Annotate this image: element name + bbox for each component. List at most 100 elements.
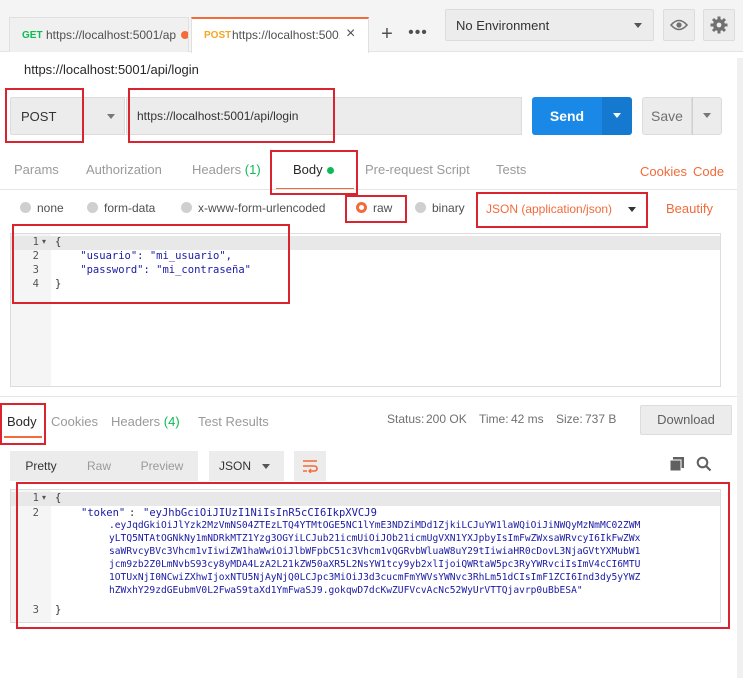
method-select[interactable]: POST [10,97,125,135]
divider [0,189,737,190]
view-pretty-button[interactable]: Pretty [10,451,72,481]
token-line: "eyJhbGciOiJIUzI1NiIsInR5cCI6IkpXVCJ9 [143,507,377,519]
tab-prerequest-script[interactable]: Pre-request Script [365,162,470,177]
radio-binary-label: binary [432,201,465,215]
response-headers-count: (4) [163,414,180,429]
code-line: } [55,278,62,290]
chevron-down-icon [107,114,115,119]
active-tab-underline [4,436,42,438]
tab-get-request[interactable]: GET https://localhost:5001/ap [9,17,189,52]
token-line: jcm9zb2Z0LmNvbS93cy8yMDA4LzA2L21kZW50aXR… [109,559,641,570]
view-preview-button[interactable]: Preview [126,451,198,481]
response-tab-test-results[interactable]: Test Results [198,414,269,429]
fold-arrow-icon[interactable]: ▾ [42,493,46,502]
content-type-select[interactable]: JSON (application/json) [480,195,646,225]
token-line: hZWxhY29zdGEubmV0L2FwaS9taXd1YmFwaSJ9.go… [109,585,583,596]
chevron-down-icon [613,113,621,118]
new-tab-plus-icon[interactable]: + [373,21,401,49]
more-tabs-icon[interactable]: ••• [404,21,432,49]
code-link[interactable]: Code [693,164,724,179]
response-format-select[interactable]: JSON [209,451,284,481]
status-label: Status: [387,412,425,426]
line-number: 2 [32,507,39,519]
response-tab-headers[interactable]: Headers (4) [111,414,180,429]
response-tab-headers-label: Headers [111,414,161,429]
code-line: "password": "mi_contraseña" [55,264,251,276]
radio-circle [415,202,426,213]
size-label: Size: [556,412,583,426]
copy-icon[interactable] [669,457,684,472]
response-tab-body[interactable]: Body [7,414,37,429]
tab-tests[interactable]: Tests [496,162,526,177]
eye-icon[interactable] [663,9,695,41]
chevron-down-icon [634,23,642,28]
code-line: } [55,604,62,616]
response-body-viewer[interactable]: 1 ▾ 2 3 { "token" : "eyJhbGciOiJIUzI1NiI… [10,489,721,623]
token-line: yLTQ5NTAtOGNkNy1mNDRkMTZ1Yzg3OGYiLCJub21… [109,533,641,544]
view-raw-button[interactable]: Raw [72,451,126,481]
divider [0,396,737,397]
send-button[interactable]: Send [532,97,602,135]
headers-count: (1) [244,162,261,177]
token-line: .eyJqdGkiOiJlYzk2MzVmNS04ZTEzLTQ4YTMtOGE… [109,520,641,531]
tab-url-label: https://localhost:5001/a [232,28,340,42]
size-value: 737 B [585,412,617,426]
token-line: 1OTUxNjI0NCwiZXhwIjoxNTU5NjAyNjQ0LCJpc3M… [109,572,641,583]
radio-circle [181,202,192,213]
time-value: 42 ms [511,412,544,426]
radio-raw[interactable]: raw [356,201,392,215]
radio-binary[interactable]: binary [415,201,465,215]
environment-select[interactable]: No Environment [445,9,654,41]
status-value: 200 OK [426,412,467,426]
url-input[interactable] [126,97,522,135]
response-format-label: JSON [219,459,252,473]
chevron-down-icon [262,464,270,469]
environment-label: No Environment [456,18,550,33]
close-icon[interactable]: × [346,25,355,43]
code-line: { [55,492,62,504]
beautify-link[interactable]: Beautify [666,201,713,216]
response-tab-cookies[interactable]: Cookies [51,414,98,429]
download-button[interactable]: Download [640,405,732,435]
tab-method-label: GET [22,30,43,41]
active-line-highlight [11,492,720,506]
content-type-label: JSON (application/json) [486,202,613,216]
token-line: saWRvcyBVc3Vhcm1vIiwiZW1haWwiOiJlbWFpbC5… [109,546,641,557]
tab-post-request[interactable]: POST https://localhost:5001/a × [191,17,369,53]
fold-arrow-icon[interactable]: ▾ [42,237,46,246]
radio-none-label: none [37,201,64,215]
tab-headers[interactable]: Headers (1) [192,162,261,177]
chevron-down-icon [628,207,636,212]
json-colon: : [129,507,136,519]
code-line: "usuario": "mi_usuario", [55,250,233,262]
tab-method-label: POST [204,30,232,41]
chevron-down-icon [703,113,711,118]
wrap-lines-icon[interactable] [294,451,326,481]
active-line-highlight [11,236,720,250]
send-options-button[interactable] [602,97,632,135]
tab-url-label: https://localhost:5001/ap [46,28,177,42]
cookies-link[interactable]: Cookies [640,164,687,179]
radio-raw-label: raw [373,201,393,215]
radio-none[interactable]: none [20,201,64,215]
line-number: 1 [32,492,39,504]
radio-form-data[interactable]: form-data [87,201,155,215]
save-button[interactable]: Save [642,97,692,135]
save-options-button[interactable] [692,97,722,135]
radio-circle [20,202,31,213]
tab-body[interactable]: Body [293,162,334,177]
method-label: POST [21,109,57,124]
body-active-dot-icon [326,167,334,175]
scrollbar[interactable] [737,58,743,678]
request-body-editor[interactable]: 1 ▾ 2 3 4 { "usuario": "mi_usuario", "pa… [10,233,721,387]
gear-icon[interactable] [703,9,735,41]
tab-body-label: Body [293,162,323,177]
time-label: Time: [479,412,509,426]
line-number: 3 [32,604,39,616]
request-title: https://localhost:5001/api/login [24,62,199,77]
search-icon[interactable] [696,456,712,472]
radio-urlencoded-label: x-www-form-urlencoded [198,201,326,215]
tab-authorization[interactable]: Authorization [86,162,162,177]
tab-params[interactable]: Params [14,162,59,177]
radio-urlencoded[interactable]: x-www-form-urlencoded [181,201,325,215]
